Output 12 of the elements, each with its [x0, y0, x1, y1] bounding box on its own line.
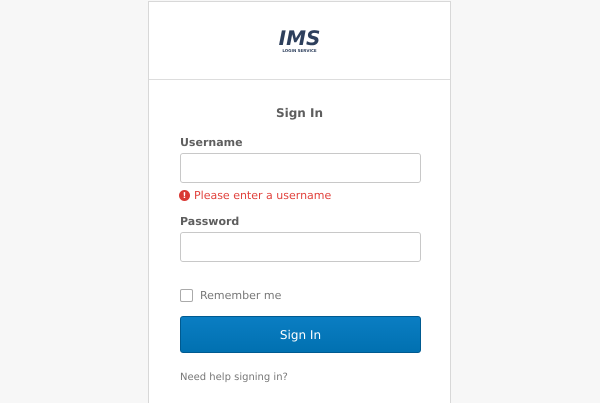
checkbox[interactable] [180, 289, 193, 302]
error-icon: ! [179, 190, 190, 201]
field-label: Username [180, 136, 244, 149]
error-message: Please enter a username [194, 189, 332, 202]
sign-in-button[interactable]: Sign In [180, 316, 421, 353]
form-title: Sign In [274, 106, 324, 120]
help-link[interactable]: Need help signing in? [180, 372, 419, 383]
field-label: Password [180, 215, 240, 228]
input-field[interactable] [180, 232, 421, 262]
logo-text: IMS [278, 28, 320, 48]
input-field[interactable] [180, 153, 421, 183]
checkbox-label: Remember me [200, 289, 282, 302]
